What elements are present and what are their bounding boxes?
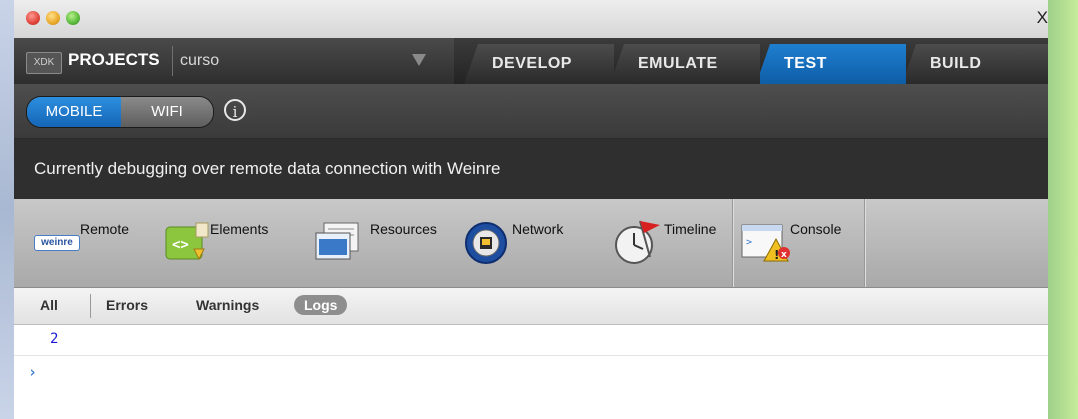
minimize-window-button[interactable] [46,11,60,25]
tab-develop[interactable]: DEVELOP [464,44,614,84]
console-icon: > ! x [741,224,790,262]
tab-emulate[interactable]: EMULATE [610,44,760,84]
desktop-background-right [1048,0,1078,419]
toolbar-divider [864,199,865,287]
status-banner: Currently debugging over remote data con… [14,139,1048,199]
mode-wifi-button[interactable]: WIFI [121,97,213,127]
info-icon[interactable]: i [224,99,246,121]
main-navigation-bar: XDK PROJECTS curso S BUILD TEST EMULATE … [14,38,1048,84]
network-icon [465,222,507,264]
filter-warnings[interactable]: Warnings [196,297,259,313]
chevron-down-icon[interactable] [412,54,426,66]
filter-errors[interactable]: Errors [106,297,148,313]
toolbar-divider [732,199,733,287]
toolbar-resources-label: Resources [370,221,437,237]
console-log-line: 2 [14,325,1048,356]
toolbar-resources[interactable]: Resources [314,199,464,287]
toolbar-console[interactable]: > ! x Console [740,199,870,287]
console-prompt[interactable]: › [28,363,37,381]
weinre-toolbar: weinre Remote <> Elements Resources Netw… [14,199,1048,288]
svg-text:<>: <> [172,237,189,253]
toolbar-remote-label: Remote [80,221,130,237]
console-log-value: 2 [50,331,59,347]
desktop-background-left [0,0,14,419]
timeline-icon [615,220,660,264]
resources-icon [315,222,359,260]
toolbar-elements-label: Elements [210,221,269,237]
status-message: Currently debugging over remote data con… [34,159,501,178]
xdk-logo-icon: XDK [26,52,62,74]
current-project-name: curso [180,52,220,69]
tab-test[interactable]: TEST [756,44,906,84]
connection-mode-bar: MOBILE WIFI i [14,84,1048,139]
toolbar-network[interactable]: Network [462,199,602,287]
mode-mobile-button[interactable]: MOBILE [27,97,121,127]
toolbar-elements[interactable]: <> Elements [164,199,304,287]
tab-label: DEVELOP [492,55,572,72]
tab-build[interactable]: BUILD [902,44,1048,84]
title-close-glyph[interactable]: X [1037,8,1048,28]
console-filter-bar: All Errors Warnings Logs [14,288,1048,325]
projects-divider [172,46,173,76]
zoom-window-button[interactable] [66,11,80,25]
tab-label: TEST [784,55,827,72]
filter-divider [90,294,91,318]
weinre-icon: weinre [34,235,80,251]
title-bar: X [14,0,1048,39]
close-window-button[interactable] [26,11,40,25]
projects-label: PROJECTS [68,50,160,69]
app-window: X XDK PROJECTS curso S BUILD TEST EMULAT… [14,0,1048,419]
toolbar-console-label: Console [790,221,842,237]
toolbar-network-label: Network [512,221,564,237]
projects-selector[interactable]: XDK PROJECTS curso [14,38,454,84]
connection-mode-toggle[interactable]: MOBILE WIFI [26,96,214,128]
console-output: 2 › [14,325,1048,419]
elements-icon: <> [165,222,209,261]
svg-text:x: x [781,250,787,260]
toolbar-remote[interactable]: weinre Remote [34,199,154,287]
filter-logs[interactable]: Logs [294,295,348,315]
filter-all[interactable]: All [40,297,58,313]
tab-label: EMULATE [638,55,718,72]
toolbar-timeline[interactable]: Timeline [600,199,740,287]
tab-label: BUILD [930,55,982,72]
toolbar-timeline-label: Timeline [664,221,717,237]
svg-text:>: > [746,237,752,248]
